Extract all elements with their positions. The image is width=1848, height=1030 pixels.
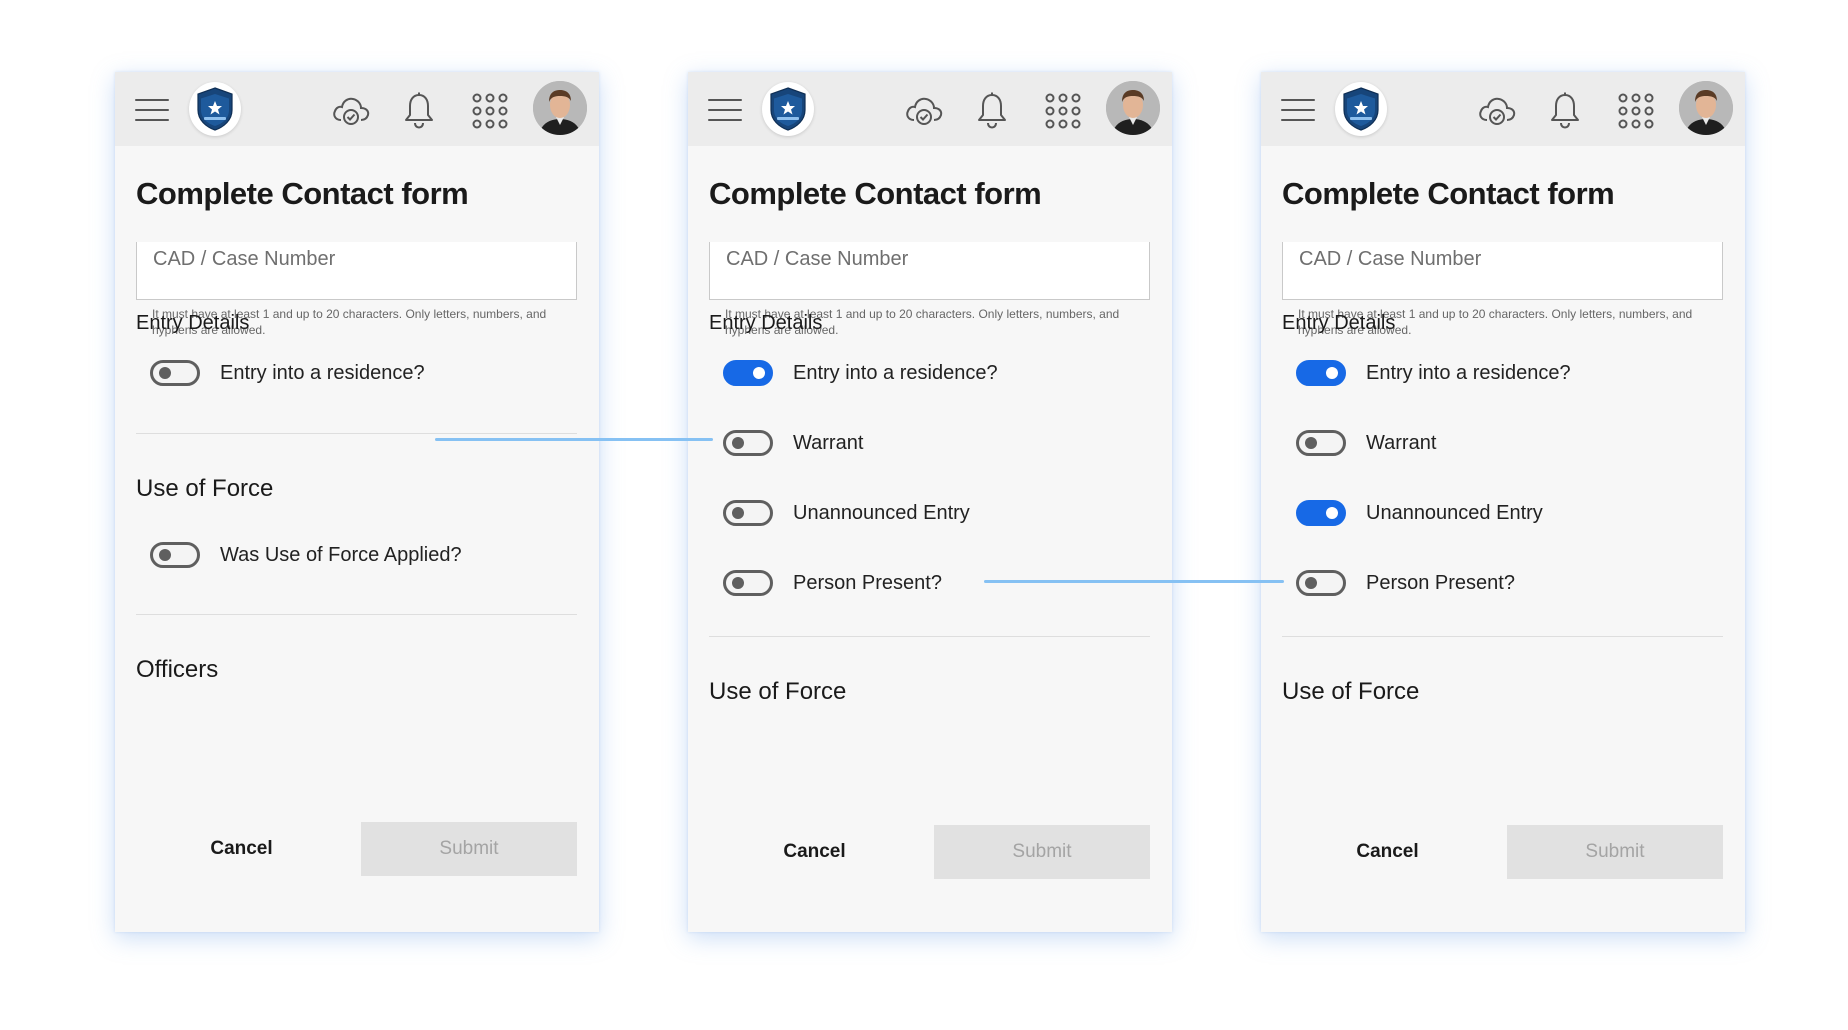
toggle-row-unannounced-entry[interactable]: Unannounced Entry <box>723 499 1143 527</box>
divider <box>136 433 577 434</box>
cloud-check-icon[interactable] <box>331 92 371 128</box>
toggle-row-warrant[interactable]: Warrant <box>723 429 1143 457</box>
hamburger-menu-icon[interactable] <box>135 99 169 121</box>
toggle-row-entry-residence[interactable]: Entry into a residence? <box>150 359 570 387</box>
warrant-toggle[interactable] <box>1296 430 1346 456</box>
person-present-toggle[interactable] <box>723 570 773 596</box>
apps-grid-icon[interactable] <box>471 92 509 130</box>
police-badge-logo <box>1335 82 1387 136</box>
cloud-check-icon[interactable] <box>904 92 944 128</box>
toggle-label: Warrant <box>1366 431 1437 454</box>
avatar[interactable] <box>533 81 587 135</box>
police-badge-logo <box>762 82 814 136</box>
cancel-button[interactable]: Cancel <box>709 825 920 879</box>
case-number-input[interactable] <box>1282 242 1723 300</box>
toggle-label: Warrant <box>793 431 864 454</box>
top-app-bar <box>115 72 599 146</box>
case-number-input[interactable] <box>136 242 577 300</box>
flow-connector-unannounced-entry <box>984 580 1284 583</box>
toggle-label: Person Present? <box>1366 571 1515 594</box>
toggle-row-warrant[interactable]: Warrant <box>1296 429 1716 457</box>
section-entry-details: Entry Details <box>1282 312 1396 334</box>
toggle-label: Unannounced Entry <box>1366 501 1543 524</box>
apps-grid-icon[interactable] <box>1617 92 1655 130</box>
hamburger-menu-icon[interactable] <box>1281 99 1315 121</box>
section-entry-details: Entry Details <box>136 312 250 334</box>
apps-grid-icon[interactable] <box>1044 92 1082 130</box>
warrant-toggle[interactable] <box>723 430 773 456</box>
person-present-toggle[interactable] <box>1296 570 1346 596</box>
avatar[interactable] <box>1106 81 1160 135</box>
page-title: Complete Contact form <box>709 176 1042 211</box>
divider <box>1282 636 1723 637</box>
divider <box>136 614 577 615</box>
avatar[interactable] <box>1679 81 1733 135</box>
police-badge-logo <box>189 82 241 136</box>
cloud-check-icon[interactable] <box>1477 92 1517 128</box>
unannounced-entry-toggle[interactable] <box>723 500 773 526</box>
section-officers: Officers <box>136 656 219 683</box>
bell-icon[interactable] <box>403 92 435 130</box>
toggle-label: Was Use of Force Applied? <box>220 543 462 566</box>
cancel-button[interactable]: Cancel <box>136 822 347 876</box>
top-app-bar <box>688 72 1172 146</box>
toggle-row-use-of-force-applied[interactable]: Was Use of Force Applied? <box>150 541 570 569</box>
toggle-label: Unannounced Entry <box>793 501 970 524</box>
page-title: Complete Contact form <box>1282 176 1615 211</box>
cancel-button[interactable]: Cancel <box>1282 825 1493 879</box>
bell-icon[interactable] <box>1549 92 1581 130</box>
section-use-of-force: Use of Force <box>136 475 274 502</box>
top-app-bar <box>1261 72 1745 146</box>
divider <box>709 636 1150 637</box>
toggle-label: Entry into a residence? <box>793 361 998 384</box>
entry-residence-toggle[interactable] <box>1296 360 1346 386</box>
unannounced-entry-toggle[interactable] <box>1296 500 1346 526</box>
screen-unannounced-enabled: Complete Contact form It must have at le… <box>1261 72 1745 932</box>
toggle-row-person-present[interactable]: Person Present? <box>1296 569 1716 597</box>
entry-residence-toggle[interactable] <box>723 360 773 386</box>
submit-button[interactable]: Submit <box>1507 825 1723 879</box>
page-title: Complete Contact form <box>136 176 469 211</box>
section-use-of-force: Use of Force <box>1282 678 1420 705</box>
section-use-of-force: Use of Force <box>709 678 847 705</box>
case-number-input[interactable] <box>709 242 1150 300</box>
screen-initial: Complete Contact form It must have at le… <box>115 72 599 932</box>
toggle-row-person-present[interactable]: Person Present? <box>723 569 1143 597</box>
submit-button[interactable]: Submit <box>361 822 577 876</box>
entry-residence-toggle[interactable] <box>150 360 200 386</box>
toggle-row-entry-residence[interactable]: Entry into a residence? <box>723 359 1143 387</box>
use-of-force-applied-toggle[interactable] <box>150 542 200 568</box>
toggle-label: Person Present? <box>793 571 942 594</box>
submit-button[interactable]: Submit <box>934 825 1150 879</box>
toggle-label: Entry into a residence? <box>1366 361 1571 384</box>
toggle-row-unannounced-entry[interactable]: Unannounced Entry <box>1296 499 1716 527</box>
toggle-row-entry-residence[interactable]: Entry into a residence? <box>1296 359 1716 387</box>
screen-entry-enabled: Complete Contact form It must have at le… <box>688 72 1172 932</box>
toggle-label: Entry into a residence? <box>220 361 425 384</box>
flow-connector-entry-residence <box>435 438 713 441</box>
section-entry-details: Entry Details <box>709 312 823 334</box>
hamburger-menu-icon[interactable] <box>708 99 742 121</box>
bell-icon[interactable] <box>976 92 1008 130</box>
